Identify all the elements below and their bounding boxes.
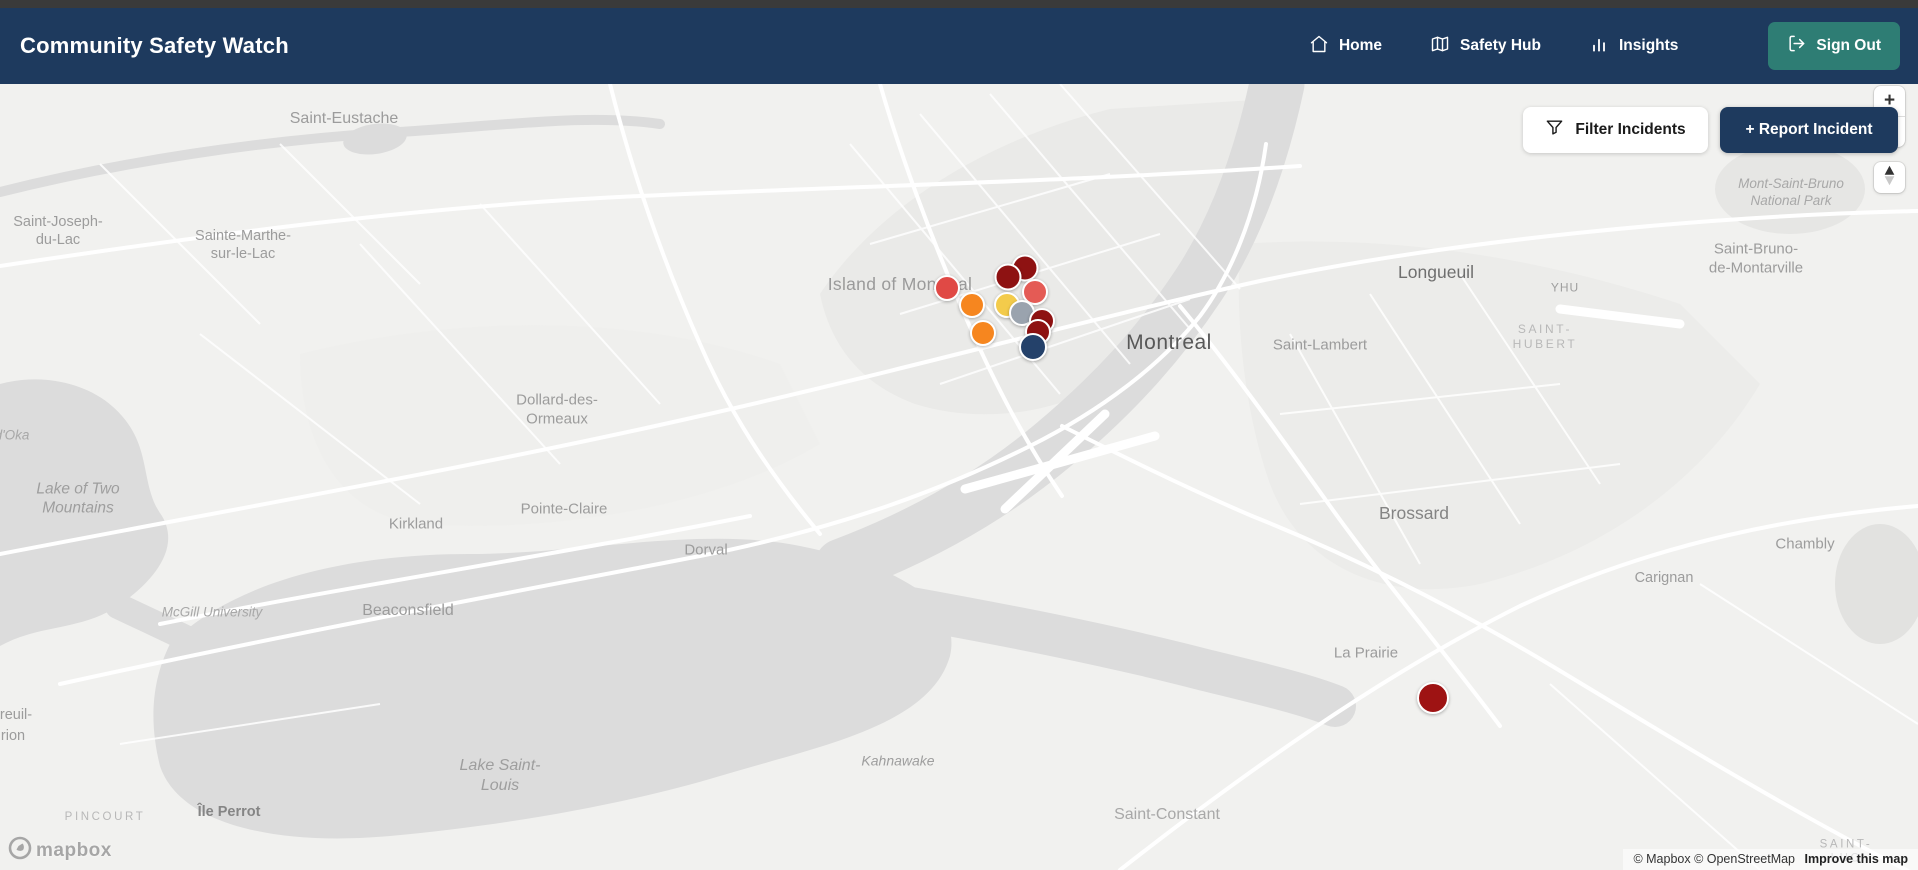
map-icon [1430, 34, 1450, 59]
window-top-strip [0, 0, 1918, 8]
mapbox-wordmark: mapbox [36, 839, 112, 861]
nav-item-home[interactable]: Home [1309, 34, 1382, 59]
bar-chart-icon [1589, 34, 1609, 59]
map-container: Saint-Eustache Saint-Joseph- du-Lac Sainte… [0, 84, 1918, 870]
mapbox-logo[interactable]: mapbox [8, 836, 112, 865]
incident-marker[interactable] [934, 275, 960, 301]
incident-marker[interactable] [994, 263, 1022, 291]
compass-button[interactable] [1874, 162, 1905, 193]
improve-map-link[interactable]: Improve this map [1805, 852, 1909, 866]
nav-item-label: Home [1338, 37, 1383, 54]
mapbox-icon [8, 836, 32, 865]
incident-marker[interactable] [1417, 682, 1449, 714]
main-nav: Home Safety Hub Insights Sign Out [1309, 22, 1900, 70]
map-canvas[interactable] [0, 84, 1918, 870]
map-attribution: © Mapbox © OpenStreetMap Improve this ma… [1623, 849, 1918, 870]
incident-marker[interactable] [1019, 333, 1047, 361]
nav-item-label: Safety Hub [1460, 37, 1541, 54]
sign-out-button[interactable]: Sign Out [1768, 22, 1900, 70]
home-icon [1309, 34, 1329, 59]
log-out-icon [1787, 34, 1806, 58]
filter-incidents-button[interactable]: Filter Incidents [1523, 107, 1708, 153]
incident-marker[interactable] [970, 320, 996, 346]
nav-item-label: Insights [1619, 37, 1679, 54]
report-incident-label: + Report Incident [1745, 121, 1873, 138]
incident-marker[interactable] [959, 292, 985, 318]
nav-item-insights[interactable]: Insights [1589, 34, 1678, 59]
funnel-icon [1545, 118, 1564, 142]
report-incident-button[interactable]: + Report Incident [1720, 107, 1898, 153]
filter-incidents-label: Filter Incidents [1575, 121, 1686, 138]
compass-needle-icon [1881, 165, 1898, 191]
page-title: Community Safety Watch [20, 33, 289, 58]
app-header: Community Safety Watch Home Safety Hub I… [0, 8, 1918, 84]
attribution-text[interactable]: © Mapbox © OpenStreetMap [1633, 852, 1795, 866]
sign-out-label: Sign Out [1816, 37, 1881, 54]
nav-item-safety-hub[interactable]: Safety Hub [1430, 34, 1541, 59]
